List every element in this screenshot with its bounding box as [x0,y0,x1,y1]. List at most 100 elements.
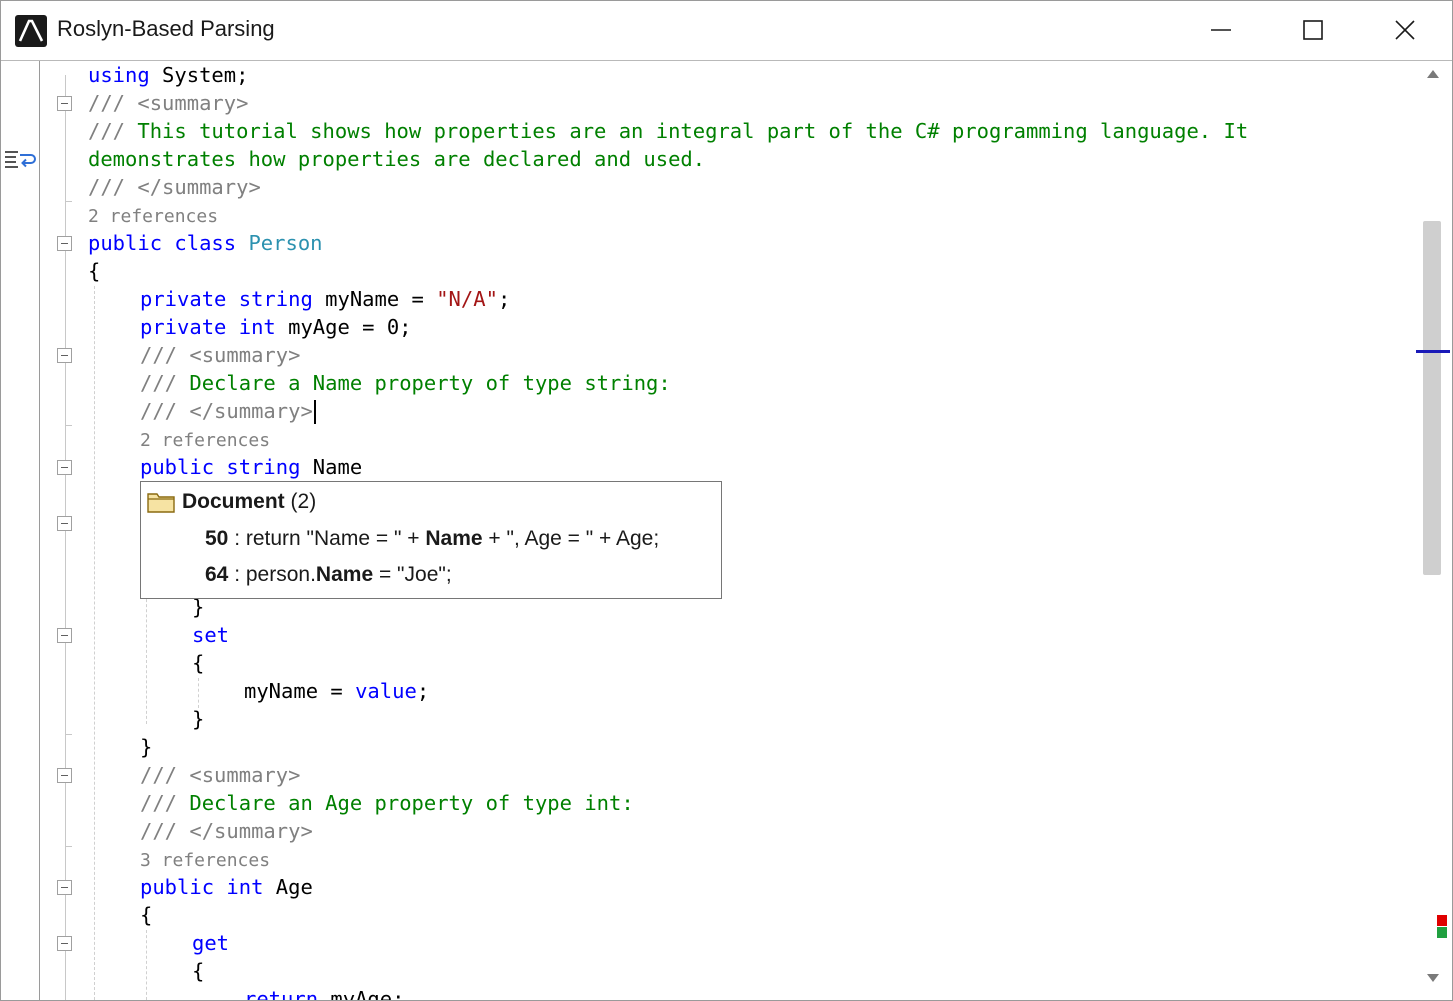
error-marker [1437,915,1447,926]
window-title: Roslyn-Based Parsing [57,16,275,41]
code-line[interactable]: /// Declare a Name property of type stri… [140,369,671,397]
code-token: /// <summary> [140,343,301,367]
code-token: using [88,63,150,87]
code-line[interactable]: get [192,929,229,957]
maximize-button[interactable] [1267,1,1359,60]
reference-count-lens[interactable]: 2 references [88,206,218,227]
code-token: /// [140,371,190,395]
code-token: return [244,987,319,1000]
reference-line-number: 50 [205,527,229,550]
code-token: { [192,651,205,675]
reference-text: : return "Name = " + [228,527,426,550]
code-token: myName = [312,287,437,311]
close-button[interactable] [1359,1,1451,60]
code-line[interactable]: 2 references [140,425,270,453]
code-token: public class [88,231,237,255]
title-bar[interactable]: Roslyn-Based Parsing [1,1,1452,61]
minimize-icon [1211,29,1231,31]
code-line[interactable]: public int Age [140,873,313,901]
code-token: Name [300,455,363,479]
code-token: ; [416,679,430,703]
code-line[interactable]: private int myAge = 0; [140,313,412,341]
code-line[interactable]: using System; [88,61,248,89]
reference-count-lens[interactable]: 3 references [140,850,270,871]
reference-line-number: 64 [205,563,229,586]
code-line[interactable]: return myAge; [244,985,404,1000]
vertical-scrollbar[interactable] [1414,61,1452,1000]
code-line[interactable]: 2 references [88,201,218,229]
code-token: private string [140,287,313,311]
code-token: ; [497,287,511,311]
code-line[interactable]: private string myName = "N/A"; [140,285,510,313]
reference-text: + ", Age = " + Age; [482,527,660,550]
close-icon [1395,20,1415,40]
folder-icon [147,493,175,514]
popup-title: Document [182,490,285,513]
reference-item[interactable]: 64 : person.Name = "Joe"; [205,559,452,591]
app-window: Roslyn-Based Parsing using System; /// <… [0,0,1453,1001]
code-line[interactable]: 3 references [140,845,270,873]
code-token: myName = [244,679,356,703]
code-token: "N/A" [436,287,498,311]
code-token: demonstrates how properties are declared… [88,147,706,171]
code-token: /// </summary> [140,399,313,423]
code-line[interactable]: /// <summary> [140,761,300,789]
maximize-icon [1303,20,1323,40]
code-line[interactable]: } [192,705,204,733]
code-token: Person [248,231,323,255]
code-line[interactable]: /// <summary> [140,341,300,369]
code-line[interactable]: set [192,621,229,649]
code-token: public string [140,455,301,479]
code-token: { [88,259,101,283]
change-marker [1437,927,1447,938]
references-popup[interactable]: Document (2) 50 : return "Name = " + Nam… [140,481,722,599]
reference-item[interactable]: 50 : return "Name = " + Name + ", Age = … [205,523,659,555]
code-token: set [192,623,230,647]
code-token: private int [140,315,276,339]
caret-position-marker [1416,350,1450,353]
scroll-up-icon[interactable] [1427,69,1439,79]
scroll-down-icon[interactable] [1427,973,1439,983]
code-line[interactable]: { [88,257,100,285]
code-token: This tutorial shows how properties are a… [137,119,1249,143]
code-line[interactable]: } [140,733,152,761]
code-line[interactable]: { [192,649,204,677]
code-token: Age [263,875,313,899]
popup-count: (2) [290,490,317,513]
reference-text: Name [315,563,374,586]
code-line[interactable]: /// <summary> [88,89,248,117]
code-line[interactable]: /// Declare an Age property of type int: [140,789,634,817]
code-token: /// [140,791,190,815]
text-caret [313,400,316,424]
code-token: { [140,903,153,927]
code-token: Declare an Age property of type int: [189,791,634,815]
code-token: { [192,959,205,983]
code-line[interactable]: /// </summary> [88,173,261,201]
code-token: Declare a Name property of type string: [189,371,671,395]
code-editor[interactable]: using System;/// <summary>/// This tutor… [1,61,1452,1000]
app-logo-icon [15,15,47,47]
code-line[interactable]: myName = value; [244,677,429,705]
code-token: /// </summary> [140,819,313,843]
reference-count-lens[interactable]: 2 references [140,430,270,451]
code-line[interactable]: { [140,901,152,929]
code-line[interactable]: public string Name [140,453,362,481]
code-token: value [355,679,417,703]
code-line[interactable]: /// </summary> [140,817,313,845]
code-token: /// </summary> [88,175,261,199]
code-token: } [140,735,153,759]
code-line[interactable]: { [192,957,204,985]
code-line[interactable]: /// This tutorial shows how properties a… [88,117,1248,145]
code-token: /// [88,119,138,143]
code-line[interactable]: public class Person [88,229,323,257]
scrollbar-thumb[interactable] [1423,221,1441,575]
code-line[interactable]: demonstrates how properties are declared… [88,145,705,173]
code-line[interactable]: /// </summary> [140,397,316,425]
code-token: get [192,931,230,955]
code-token: myAge; [318,987,405,1000]
reference-text: = "Joe"; [373,563,452,586]
minimize-button[interactable] [1175,1,1267,60]
reference-text: : person. [228,563,316,586]
reference-text: Name [425,527,483,550]
